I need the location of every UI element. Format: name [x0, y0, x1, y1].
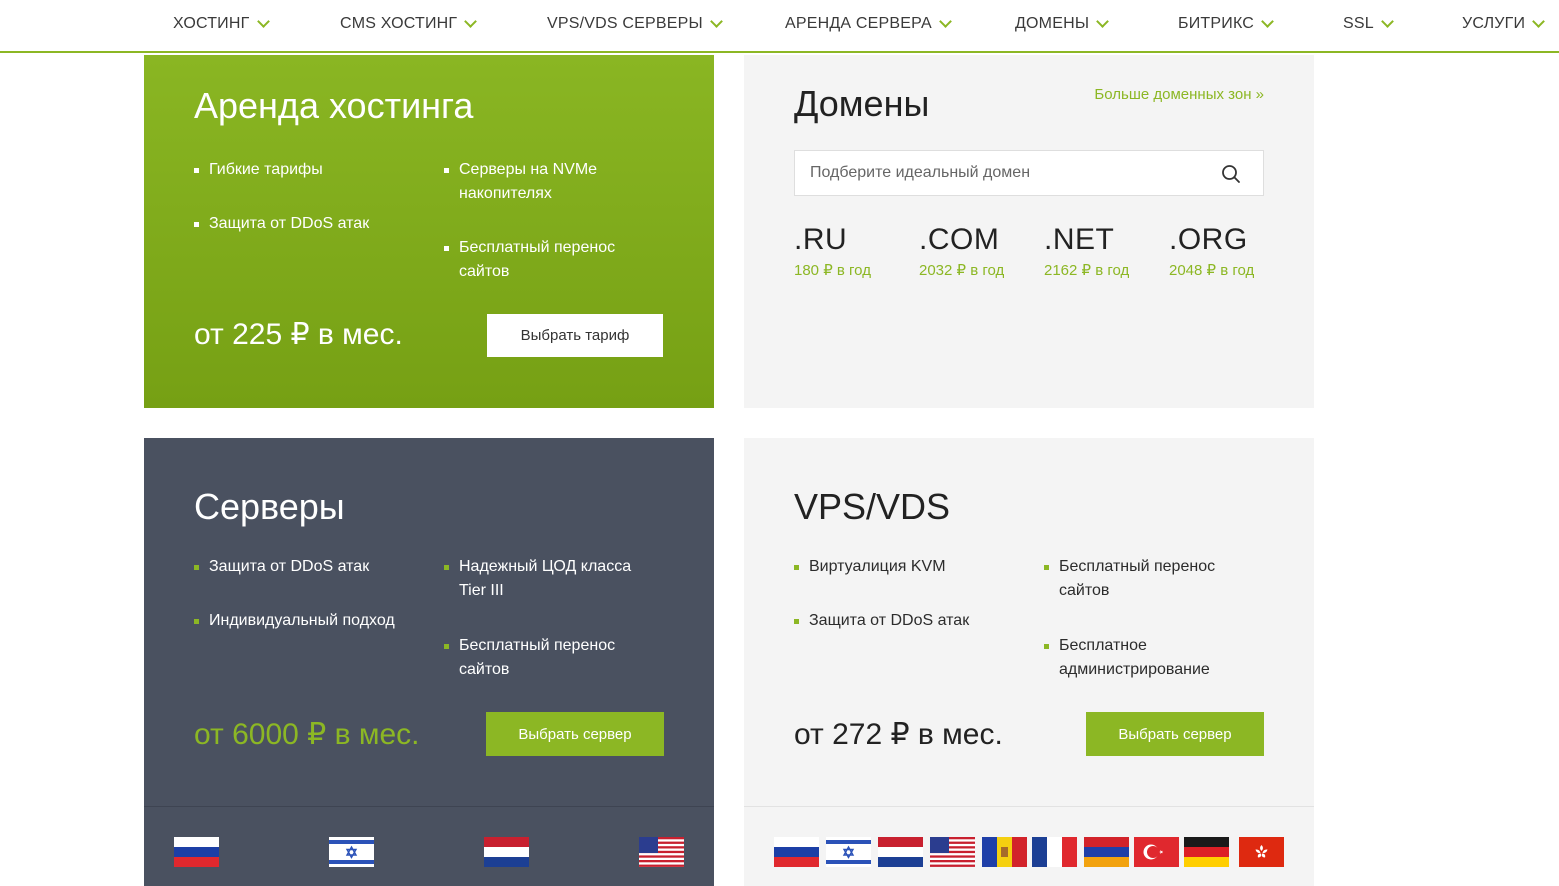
russia-flag-icon	[174, 837, 219, 867]
domain-zone-com[interactable]: .COM 2032 ₽ в год	[919, 223, 1004, 279]
moldova-flag-icon	[982, 837, 1027, 867]
feature-item: Защита от DDoS атак	[194, 212, 404, 236]
feature-item: Серверы на NVMe накопителях	[444, 158, 644, 206]
chevron-down-icon	[1096, 15, 1110, 28]
zone-price: 180 ₽ в год	[794, 262, 871, 279]
israel-flag-icon	[826, 837, 871, 867]
vps-card: VPS/VDS Виртуалиция KVM Защита от DDoS а…	[744, 438, 1314, 886]
france-flag-icon	[1032, 837, 1077, 867]
nav-item-server-rent[interactable]: АРЕНДА СЕРВЕРА	[785, 15, 952, 33]
servers-price: от 6000 ₽ в мес.	[194, 718, 420, 751]
domain-search	[794, 150, 1264, 196]
feature-item: Надежный ЦОД класса Tier III	[444, 555, 654, 603]
zone-name: .COM	[919, 223, 1000, 256]
feature-item: Индивидуальный подход	[194, 609, 404, 633]
nav-item-label: ХОСТИНГ	[173, 15, 250, 32]
more-domain-zones-link[interactable]: Больше доменных зон »	[1094, 86, 1264, 103]
feature-item: Защита от DDoS атак	[794, 609, 1004, 633]
zone-price: 2162 ₽ в год	[1044, 262, 1130, 279]
armenia-flag-icon	[1084, 837, 1129, 867]
nav-item-label: АРЕНДА СЕРВЕРА	[785, 15, 932, 32]
feature-item: Бесплатное администрирование	[1044, 634, 1244, 682]
nav-item-services[interactable]: УСЛУГИ	[1462, 15, 1546, 33]
feature-item: Бесплатный перенос сайтов	[1044, 555, 1244, 603]
domain-zone-net[interactable]: .NET 2162 ₽ в год	[1044, 223, 1129, 279]
divider	[744, 806, 1314, 807]
zone-price: 2032 ₽ в год	[919, 262, 1005, 279]
servers-title: Серверы	[194, 486, 345, 527]
chevron-down-icon	[1532, 15, 1546, 28]
chevron-down-icon	[1261, 15, 1274, 28]
nav-item-vps-vds[interactable]: VPS/VDS СЕРВЕРЫ	[547, 15, 723, 33]
choose-server-button[interactable]: Выбрать сервер	[486, 712, 664, 756]
zone-name: .NET	[1044, 223, 1115, 256]
vps-price: от 272 ₽ в мес.	[794, 718, 1003, 751]
nav-item-label: УСЛУГИ	[1462, 15, 1526, 32]
zone-price: 2048 ₽ в год	[1169, 262, 1255, 279]
russia-flag-icon	[774, 837, 819, 867]
nav-item-label: SSL	[1343, 15, 1374, 32]
usa-flag-icon	[930, 837, 975, 867]
turkey-flag-icon	[1134, 837, 1179, 867]
hosting-title: Аренда хостинга	[194, 85, 474, 126]
top-navigation: ХОСТИНГ CMS ХОСТИНГ VPS/VDS СЕРВЕРЫ АРЕН…	[0, 0, 1559, 53]
search-icon[interactable]	[1221, 164, 1241, 184]
zone-name: .ORG	[1169, 223, 1248, 256]
feature-item: Бесплатный перенос сайтов	[444, 236, 644, 284]
nav-item-label: CMS ХОСТИНГ	[340, 15, 458, 32]
nav-item-hosting[interactable]: ХОСТИНГ	[173, 15, 270, 33]
hosting-card: Аренда хостинга Гибкие тарифы Защита от …	[144, 55, 714, 408]
germany-flag-icon	[1184, 837, 1229, 867]
nav-item-label: ДОМЕНЫ	[1015, 15, 1090, 32]
nav-item-ssl[interactable]: SSL	[1343, 15, 1394, 33]
hong-kong-flag-icon	[1239, 837, 1284, 867]
divider	[144, 806, 714, 807]
domain-search-input[interactable]	[795, 164, 1205, 182]
feature-item: Бесплатный перенос сайтов	[444, 634, 644, 682]
nav-item-bitrix[interactable]: БИТРИКС	[1178, 15, 1274, 33]
nav-item-label: VPS/VDS СЕРВЕРЫ	[547, 15, 703, 32]
netherlands-flag-icon	[484, 837, 529, 867]
usa-flag-icon	[639, 837, 684, 867]
domains-title: Домены	[794, 83, 930, 124]
feature-item: Виртуалиция KVM	[794, 555, 1004, 579]
feature-item: Гибкие тарифы	[194, 158, 404, 182]
chevron-down-icon	[938, 15, 952, 28]
nav-item-domains[interactable]: ДОМЕНЫ	[1015, 15, 1110, 33]
netherlands-flag-icon	[878, 837, 923, 867]
zone-name: .RU	[794, 223, 848, 256]
chevron-down-icon	[256, 15, 270, 28]
chevron-down-icon	[710, 15, 723, 28]
domains-card: Домены Больше доменных зон » .RU 180 ₽ в …	[744, 55, 1314, 408]
vps-title: VPS/VDS	[794, 486, 951, 527]
israel-flag-icon	[329, 837, 374, 867]
nav-item-label: БИТРИКС	[1178, 15, 1255, 32]
choose-vps-button[interactable]: Выбрать сервер	[1086, 712, 1264, 756]
chevron-down-icon	[464, 15, 478, 28]
feature-item: Защита от DDoS атак	[194, 555, 404, 579]
hosting-price: от 225 ₽ в мес.	[194, 318, 403, 351]
nav-item-cms-hosting[interactable]: CMS ХОСТИНГ	[340, 15, 478, 33]
chevron-down-icon	[1380, 15, 1394, 28]
domain-zone-ru[interactable]: .RU 180 ₽ в год	[794, 223, 871, 279]
servers-card: Серверы Защита от DDoS атак Индивидуальн…	[144, 438, 714, 886]
choose-plan-button[interactable]: Выбрать тариф	[487, 314, 663, 357]
domain-zone-org[interactable]: .ORG 2048 ₽ в год	[1169, 223, 1254, 279]
